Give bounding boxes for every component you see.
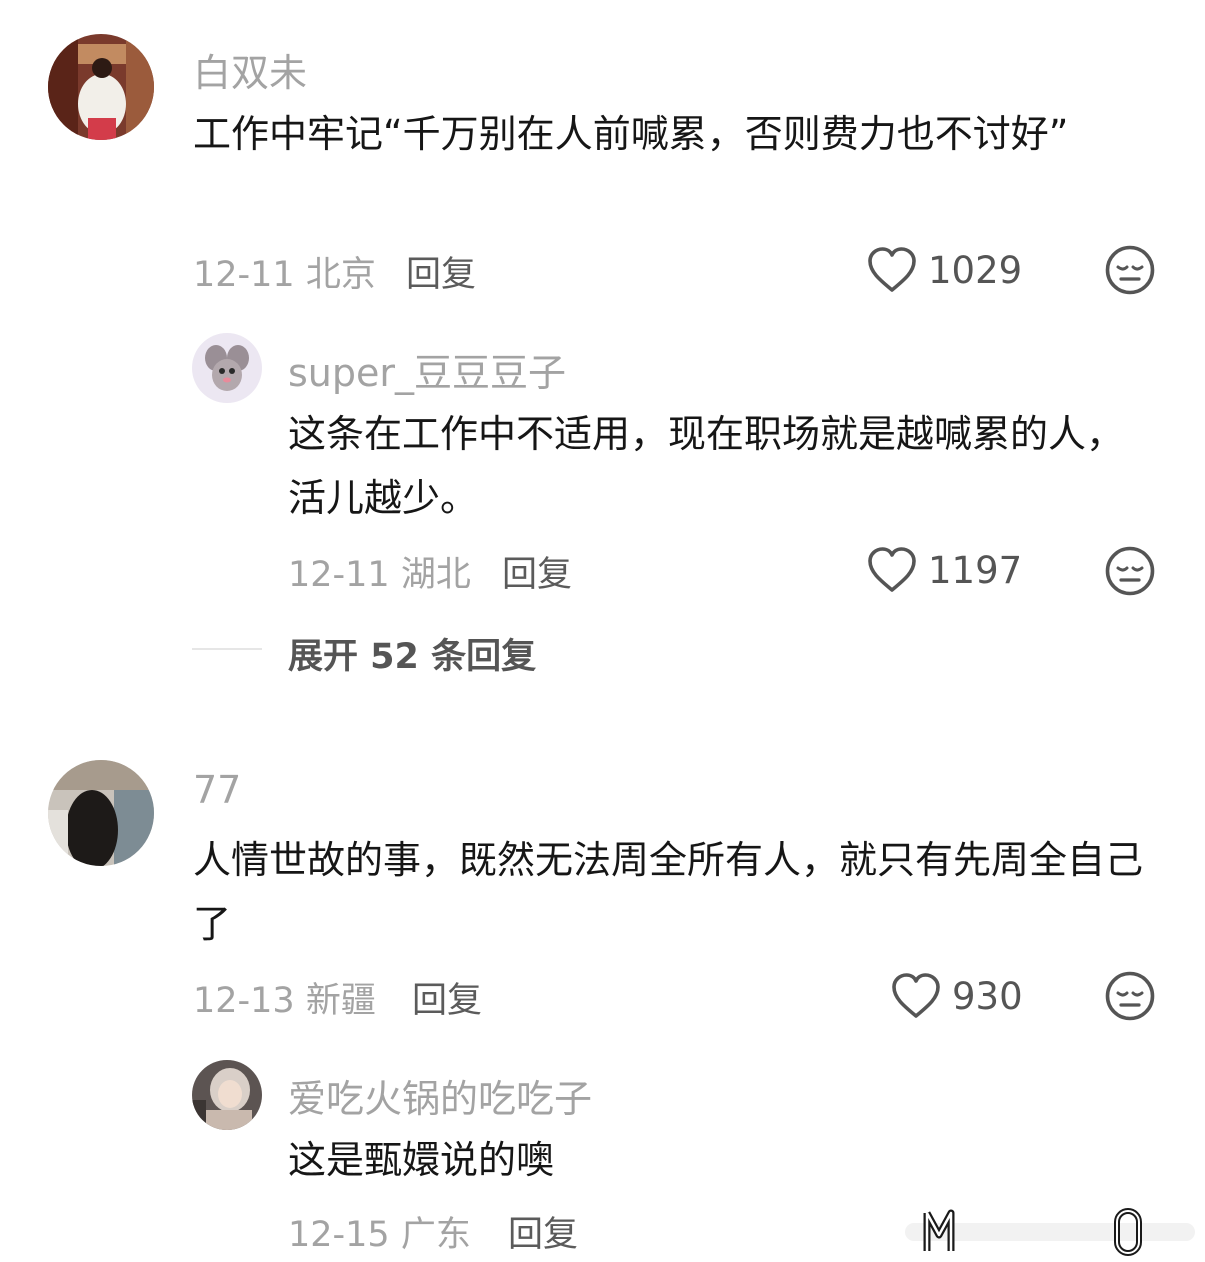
like-button[interactable]: 930: [890, 972, 1023, 1020]
heart-icon: [892, 973, 940, 1018]
reply-date-location: 12-11 湖北: [288, 555, 471, 595]
heart-icon: [868, 247, 916, 292]
reply-button[interactable]: 回复: [406, 246, 476, 297]
comment-username[interactable]: 白双未: [193, 42, 307, 97]
reply-button[interactable]: 回复: [412, 972, 482, 1023]
dislike-face-icon[interactable]: [1104, 545, 1156, 597]
comment-date-location: 12-11 北京: [193, 255, 376, 295]
like-count: 930: [952, 974, 1023, 1018]
reply-button[interactable]: 回复: [508, 1206, 578, 1257]
dislike-face-icon[interactable]: [1104, 970, 1156, 1022]
expand-replies-button[interactable]: 展开 52 条回复: [288, 628, 536, 679]
like-count: 1197: [928, 548, 1023, 592]
avatar[interactable]: [48, 34, 154, 140]
avatar[interactable]: [192, 333, 262, 403]
comment-username[interactable]: 77: [193, 768, 241, 812]
like-button[interactable]: 1029: [866, 246, 1022, 294]
like-button[interactable]: 1197: [866, 546, 1022, 594]
divider-line: [192, 648, 262, 650]
reply-text: 这是甄嬛说的噢: [288, 1138, 555, 1182]
comment-date-location: 12-13 新疆: [193, 981, 376, 1021]
like-count: 1029: [928, 248, 1023, 292]
comment-text: 工作中牢记“千万别在人前喊累，否则费力也不讨好”: [193, 112, 1069, 156]
avatar[interactable]: [192, 1060, 262, 1130]
reply-username[interactable]: 爱吃火锅的吃吃子: [288, 1068, 592, 1123]
dislike-face-icon[interactable]: [1104, 244, 1156, 296]
comment-text: 人情世故的事，既然无法周全所有人，就只有先周全自己了: [193, 838, 1144, 946]
avatar[interactable]: [48, 760, 154, 866]
reply-date-location: 12-15 广东: [288, 1215, 471, 1255]
reply-button[interactable]: 回复: [502, 546, 572, 597]
watermark-logo: [905, 1208, 1195, 1256]
reply-username[interactable]: super_豆豆豆子: [288, 342, 566, 397]
reply-text: 这条在工作中不适用，现在职场就是越喊累的人，活儿越少。: [288, 412, 1125, 520]
heart-icon: [868, 547, 916, 592]
